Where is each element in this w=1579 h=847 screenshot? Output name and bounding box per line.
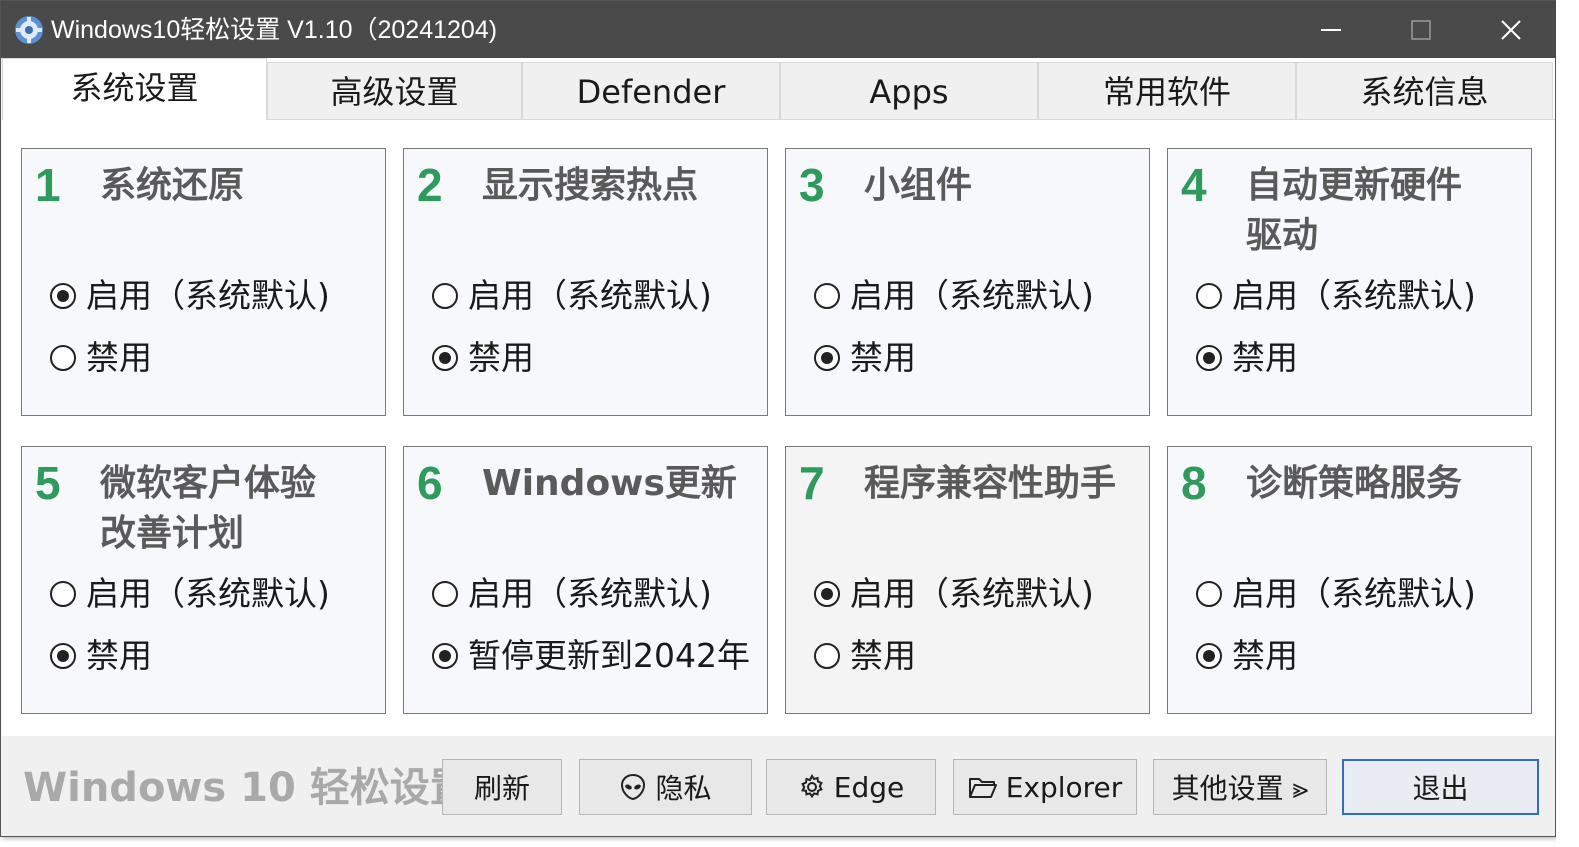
card-title: 程序兼容性助手 [864, 463, 1117, 504]
radio-label: 启用（系统默认) [850, 276, 1094, 315]
radio-button[interactable] [814, 643, 840, 669]
gear-icon [800, 774, 823, 799]
radio-button[interactable] [432, 581, 458, 607]
setting-card-widgets: 3 小组件 启用（系统默认) 禁用 [785, 148, 1150, 416]
card-number: 7 [799, 457, 825, 509]
card-title: Windows更新 [482, 463, 737, 504]
card-number: 5 [35, 457, 61, 509]
exit-button[interactable]: 退出 [1342, 759, 1539, 815]
card-title: 微软客户体验改善计划 [100, 463, 317, 554]
close-button[interactable] [1465, 1, 1555, 58]
radio-label: 禁用 [468, 338, 534, 377]
tab-common-software[interactable]: 常用软件 [1038, 62, 1296, 120]
radio-button[interactable] [432, 283, 458, 309]
radio-button[interactable] [814, 345, 840, 371]
alien-icon [621, 773, 646, 801]
refresh-button[interactable]: 刷新 [442, 759, 562, 815]
title-bar[interactable]: Windows10轻松设置 V1.10（20241204) [1, 1, 1557, 58]
minimize-icon [1321, 29, 1341, 31]
radio-label: 禁用 [850, 636, 916, 675]
card-title: 系统还原 [100, 165, 245, 206]
card-number: 8 [1181, 457, 1207, 509]
maximize-icon [1411, 20, 1431, 40]
card-number: 2 [417, 159, 443, 211]
tab-system-settings[interactable]: 系统设置 [2, 58, 267, 120]
minimize-button[interactable] [1285, 1, 1375, 58]
close-icon [1501, 20, 1521, 40]
radio-button[interactable] [1196, 283, 1222, 309]
radio-label: 禁用 [86, 636, 152, 675]
card-title: 自动更新硬件驱动 [1246, 165, 1463, 256]
radio-button[interactable] [1196, 643, 1222, 669]
radio-label: 禁用 [86, 338, 152, 377]
setting-card-system-restore: 1 系统还原 启用（系统默认) 禁用 [21, 148, 386, 416]
setting-card-compat-assistant: 7 程序兼容性助手 启用（系统默认) 禁用 [785, 446, 1150, 714]
radio-button[interactable] [50, 581, 76, 607]
card-number: 1 [35, 159, 61, 211]
radio-button[interactable] [50, 643, 76, 669]
explorer-button[interactable]: Explorer [953, 759, 1137, 815]
footer-brand: Windows 10 轻松设置 [23, 765, 470, 811]
card-number: 3 [799, 159, 825, 211]
tab-apps[interactable]: Apps [780, 62, 1038, 120]
radio-label: 启用（系统默认) [468, 574, 712, 613]
button-label: 其他设置 ⪢ [1171, 772, 1309, 805]
button-label: Explorer [1005, 770, 1123, 804]
background-strip [1556, 0, 1579, 847]
radio-label: 禁用 [1232, 636, 1298, 675]
radio-button[interactable] [814, 581, 840, 607]
radio-label: 启用（系统默认) [850, 574, 1094, 613]
tab-advanced-settings[interactable]: 高级设置 [267, 62, 522, 120]
radio-label: 启用（系统默认) [468, 276, 712, 315]
gear-icon [15, 16, 43, 44]
maximize-button[interactable] [1375, 1, 1465, 58]
radio-button[interactable] [1196, 345, 1222, 371]
setting-card-ceip: 5 微软客户体验改善计划 启用（系统默认) 禁用 [21, 446, 386, 714]
setting-card-diagnostic-policy: 8 诊断策略服务 启用（系统默认) 禁用 [1167, 446, 1532, 714]
card-title: 小组件 [864, 165, 973, 206]
edge-button[interactable]: Edge [766, 759, 936, 815]
app-window: Windows10轻松设置 V1.10（20241204) 系统设置 高级设置 … [0, 0, 1557, 837]
radio-label: 启用（系统默认) [1232, 574, 1476, 613]
radio-button[interactable] [1196, 581, 1222, 607]
tab-defender[interactable]: Defender [522, 62, 780, 120]
radio-button[interactable] [432, 643, 458, 669]
radio-button[interactable] [432, 345, 458, 371]
setting-card-windows-update: 6 Windows更新 启用（系统默认) 暂停更新到2042年 [403, 446, 768, 714]
folder-icon [968, 778, 997, 798]
radio-label: 启用（系统默认) [1232, 276, 1476, 315]
tab-system-info[interactable]: 系统信息 [1296, 62, 1553, 120]
radio-label: 启用（系统默认) [86, 276, 330, 315]
radio-button[interactable] [814, 283, 840, 309]
button-label: 刷新 [473, 772, 530, 805]
button-label: Edge [833, 770, 905, 804]
radio-label: 禁用 [1232, 338, 1298, 377]
main-panel: 系统设置 高级设置 Defender Apps 常用软件 系统信息 1 系统还原… [2, 58, 1555, 736]
card-number: 6 [417, 457, 443, 509]
setting-card-driver-updates: 4 自动更新硬件驱动 启用（系统默认) 禁用 [1167, 148, 1532, 416]
card-title: 显示搜索热点 [482, 165, 699, 206]
privacy-button[interactable]: 隐私 [579, 759, 752, 815]
card-number: 4 [1181, 159, 1207, 211]
radio-label: 启用（系统默认) [86, 574, 330, 613]
button-label: 隐私 [655, 772, 712, 805]
radio-label: 暂停更新到2042年 [468, 636, 750, 675]
card-title: 诊断策略服务 [1246, 463, 1463, 504]
button-label: 退出 [1412, 772, 1469, 805]
radio-button[interactable] [50, 283, 76, 309]
other-settings-button[interactable]: 其他设置 ⪢ [1153, 759, 1327, 815]
tab-bar: 系统设置 高级设置 Defender Apps 常用软件 系统信息 [2, 58, 1555, 120]
radio-button[interactable] [50, 345, 76, 371]
window-title: Windows10轻松设置 V1.10（20241204) [51, 16, 498, 44]
radio-label: 禁用 [850, 338, 916, 377]
setting-card-search-highlights: 2 显示搜索热点 启用（系统默认) 禁用 [403, 148, 768, 416]
